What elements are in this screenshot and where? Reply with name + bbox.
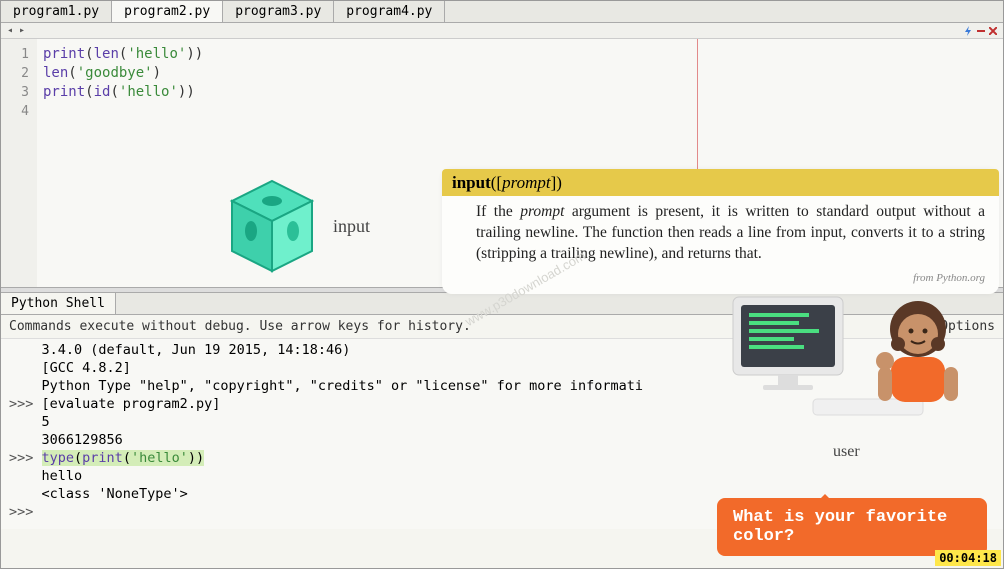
token-paren: ) (188, 450, 196, 466)
line-gutter: 1 2 3 4 (1, 39, 37, 287)
token-paren: ( (85, 46, 93, 62)
close-icon[interactable] (989, 27, 997, 35)
token-fn: len (43, 65, 68, 81)
token-paren: ) (186, 84, 194, 100)
token-fn: len (94, 46, 119, 62)
token-paren: ) (196, 450, 204, 466)
token-paren: ) (186, 46, 194, 62)
token-paren: ) (153, 65, 161, 81)
shell-info-text: Commands execute without debug. Use arro… (9, 319, 471, 334)
token-str: 'hello' (131, 450, 188, 466)
shell-prompt: >>> (9, 396, 42, 412)
token-paren: ( (74, 450, 82, 466)
video-timestamp: 00:04:18 (935, 550, 1001, 566)
token-paren: ( (68, 65, 76, 81)
token-str: 'hello' (127, 46, 186, 62)
token-str: 'hello' (119, 84, 178, 100)
cube-icon (227, 179, 317, 274)
doc-text: If the (476, 203, 520, 220)
shell-tab[interactable]: Python Shell (1, 293, 116, 314)
cube-label: input (333, 217, 370, 236)
user-illustration: user (723, 289, 983, 459)
lightning-icon[interactable] (963, 26, 973, 36)
line-number: 4 (1, 102, 29, 121)
doc-tooltip: input([prompt]) If the prompt argument i… (442, 169, 999, 294)
user-label: user (833, 443, 860, 461)
line-number: 1 (1, 45, 29, 64)
doc-sig-arg: prompt (502, 173, 551, 192)
doc-text-em: prompt (520, 203, 564, 220)
editor-nav-row: ◂ ▸ (1, 23, 1003, 39)
tab-program2[interactable]: program2.py (112, 1, 223, 22)
doc-sig-paren: ) (556, 173, 562, 192)
nav-back-forward-icon[interactable]: ◂ ▸ (7, 25, 25, 36)
tab-program4[interactable]: program4.py (334, 1, 445, 22)
shell-line: hello (9, 467, 995, 485)
token-fn: id (94, 84, 111, 100)
shell-text: [evaluate program2.py] (42, 396, 221, 412)
token-paren: ( (110, 84, 118, 100)
line-number: 2 (1, 64, 29, 83)
doc-signature: input([prompt]) (442, 169, 999, 196)
token-fn: print (43, 84, 85, 100)
line-number: 3 (1, 83, 29, 102)
token-str: 'goodbye' (77, 65, 153, 81)
speech-bubble: What is your favorite color? (717, 498, 987, 556)
shell-prompt: >>> (9, 450, 42, 466)
tab-program1[interactable]: program1.py (1, 1, 112, 22)
token-fn: type (42, 450, 75, 466)
token-paren: ) (195, 46, 203, 62)
minus-icon[interactable] (977, 27, 985, 35)
token-fn: print (82, 450, 123, 466)
tab-program3[interactable]: program3.py (223, 1, 334, 22)
cube-illustration: input (227, 179, 370, 274)
doc-body: If the prompt argument is present, it is… (442, 196, 999, 269)
token-paren: ( (123, 450, 131, 466)
code-area[interactable]: print(len('hello')) len('goodbye') print… (37, 39, 1003, 287)
code-editor[interactable]: 1 2 3 4 print(len('hello')) len('goodbye… (1, 39, 1003, 287)
shell-prompt: >>> (9, 504, 42, 520)
token-fn: print (43, 46, 85, 62)
editor-tab-bar: program1.py program2.py program3.py prog… (1, 1, 1003, 23)
doc-sig-name: input (452, 173, 491, 192)
token-paren: ( (85, 84, 93, 100)
